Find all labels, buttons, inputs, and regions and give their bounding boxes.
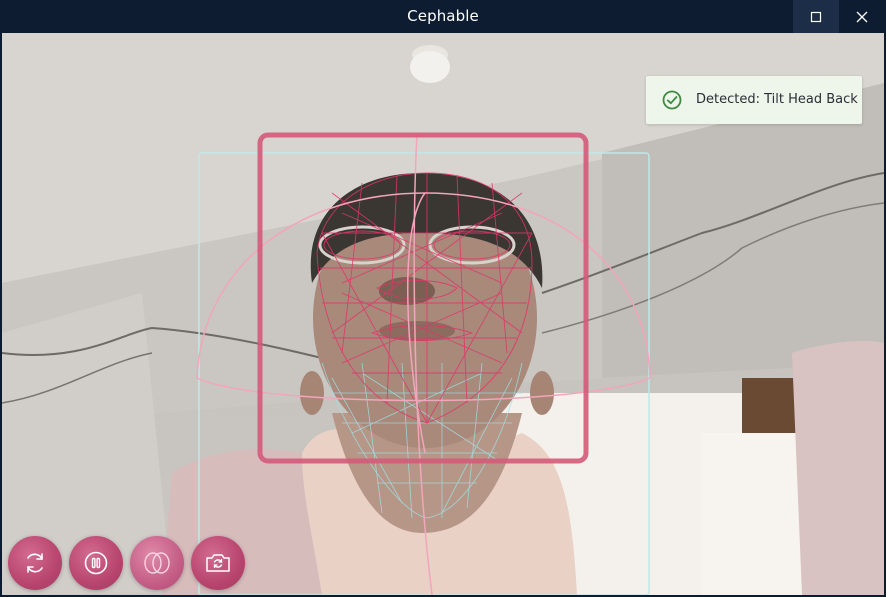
face-overlay-icon <box>144 552 170 574</box>
detection-notification: Detected: Tilt Head Back <box>646 76 862 124</box>
refresh-button[interactable] <box>8 536 62 590</box>
refresh-icon <box>27 553 43 573</box>
maximize-button[interactable] <box>793 0 839 33</box>
title-bar: Cephable <box>0 0 886 33</box>
check-circle-icon <box>662 90 682 110</box>
window-title: Cephable <box>407 7 479 25</box>
camera-switch-icon <box>206 554 230 572</box>
notification-text: Detected: Tilt Head Back <box>696 92 858 107</box>
pause-button[interactable] <box>69 536 123 590</box>
close-button[interactable] <box>839 0 885 33</box>
pause-icon <box>84 551 108 575</box>
switch-camera-button[interactable] <box>191 536 245 590</box>
close-icon <box>856 11 868 22</box>
maximize-icon <box>810 11 822 22</box>
face-mesh-toggle-button[interactable] <box>130 536 184 590</box>
